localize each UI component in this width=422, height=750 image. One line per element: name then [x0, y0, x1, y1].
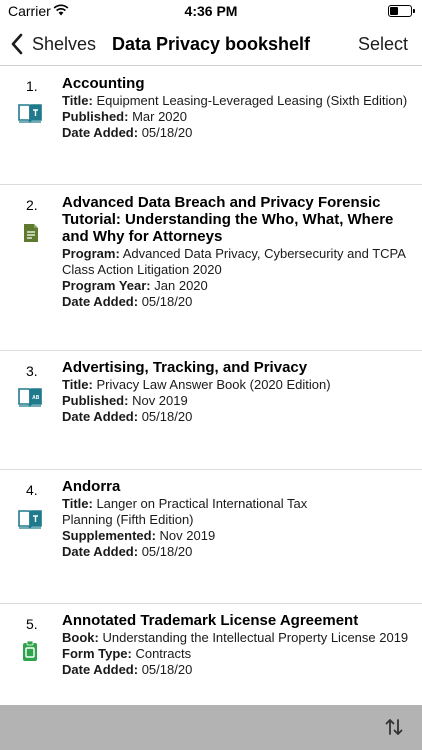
- detail-value: 05/18/20: [141, 294, 193, 309]
- item-number: 4.: [26, 482, 38, 498]
- item-detail-line: Program Year: Jan 2020: [62, 278, 412, 294]
- item-detail-line: Date Added: 05/18/20: [62, 409, 412, 425]
- svg-text:AB: AB: [32, 395, 40, 401]
- detail-label: Title:: [62, 93, 93, 108]
- detail-label: Published:: [62, 109, 129, 124]
- book-ab-icon: AB: [18, 388, 42, 407]
- list-item[interactable]: 2. Advanced Data Breach and Privacy Fore…: [0, 185, 422, 351]
- document-icon: [24, 224, 38, 242]
- detail-value: Nov 2019: [132, 393, 188, 408]
- item-detail-line: Title: Equipment Leasing-Leveraged Leasi…: [62, 93, 412, 109]
- detail-value: Understanding the Intellectual Property …: [102, 630, 409, 645]
- detail-label: Published:: [62, 393, 129, 408]
- detail-label: Date Added:: [62, 294, 139, 309]
- detail-value: Equipment Leasing-Leveraged Leasing (Six…: [96, 93, 408, 108]
- item-title: Accounting: [62, 75, 145, 92]
- item-title: Andorra: [62, 478, 121, 495]
- detail-label: Title:: [62, 496, 93, 511]
- book-t-icon: [18, 510, 42, 529]
- book-t-icon: [18, 104, 42, 123]
- item-title: Advanced Data Breach and Privacy Forensi…: [62, 194, 394, 245]
- item-title: Annotated Trademark License Agreement: [62, 612, 359, 629]
- status-time: 4:36 PM: [184, 3, 238, 19]
- detail-value: 05/18/20: [141, 544, 193, 559]
- detail-value: Contracts: [135, 646, 192, 661]
- status-bar: Carrier 4:36 PM: [0, 0, 422, 22]
- detail-value: Mar 2020: [132, 109, 187, 124]
- sort-icon[interactable]: [384, 717, 404, 737]
- list-item[interactable]: 4. Andorra Title: Langer on Practical In…: [0, 470, 422, 604]
- detail-label: Program:: [62, 246, 120, 261]
- list-item[interactable]: 3. AB Advertising, Tracking, and Privacy…: [0, 351, 422, 470]
- item-detail-line: Supplemented: Nov 2019: [62, 528, 412, 544]
- item-detail-line: Date Added: 05/18/20: [62, 662, 412, 678]
- detail-value: Langer on Practical International Tax Pl…: [62, 496, 308, 527]
- detail-value: 05/18/20: [141, 125, 193, 140]
- item-title: Advertising, Tracking, and Privacy: [62, 359, 308, 376]
- detail-label: Form Type:: [62, 646, 132, 661]
- clipboard-icon: [23, 640, 37, 661]
- item-number: 5.: [26, 616, 38, 632]
- item-detail-line: Program: Advanced Data Privacy, Cybersec…: [62, 246, 412, 278]
- detail-value: Privacy Law Answer Book (2020 Edition): [96, 377, 331, 392]
- detail-value: Nov 2019: [159, 528, 216, 543]
- item-detail-line: Form Type: Contracts: [62, 646, 412, 662]
- detail-label: Supplemented:: [62, 528, 156, 543]
- list-item[interactable]: 1. Accounting Title: Equipment Leasing-L…: [0, 67, 422, 185]
- detail-label: Date Added:: [62, 544, 139, 559]
- item-number: 3.: [26, 363, 38, 379]
- item-detail-line: Book: Understanding the Intellectual Pro…: [62, 630, 412, 646]
- detail-label: Book:: [62, 630, 99, 645]
- item-number: 1.: [26, 78, 38, 94]
- detail-label: Program Year:: [62, 278, 151, 293]
- detail-label: Date Added:: [62, 662, 139, 677]
- item-detail-line: Title: Langer on Practical International…: [62, 496, 352, 528]
- item-number: 2.: [26, 197, 38, 213]
- navigation-bar: Shelves Data Privacy bookshelf Select: [0, 22, 422, 66]
- bottom-toolbar: [0, 705, 422, 750]
- item-detail-line: Title: Privacy Law Answer Book (2020 Edi…: [62, 377, 412, 393]
- detail-label: Title:: [62, 377, 93, 392]
- select-button[interactable]: Select: [358, 34, 408, 55]
- list-item[interactable]: 5. Annotated Trademark License Agreement…: [0, 604, 422, 705]
- item-detail-line: Published: Mar 2020: [62, 109, 412, 125]
- battery-icon: [388, 5, 415, 17]
- item-detail-line: Date Added: 05/18/20: [62, 294, 412, 310]
- item-detail-line: Published: Nov 2019: [62, 393, 412, 409]
- item-detail-line: Date Added: 05/18/20: [62, 125, 412, 141]
- detail-label: Date Added:: [62, 125, 139, 140]
- detail-value: Jan 2020: [154, 278, 208, 293]
- bookshelf-list: 1. Accounting Title: Equipment Leasing-L…: [0, 67, 422, 705]
- detail-label: Date Added:: [62, 409, 139, 424]
- detail-value: 05/18/20: [141, 409, 193, 424]
- item-detail-line: Date Added: 05/18/20: [62, 544, 412, 560]
- detail-value: 05/18/20: [141, 662, 193, 677]
